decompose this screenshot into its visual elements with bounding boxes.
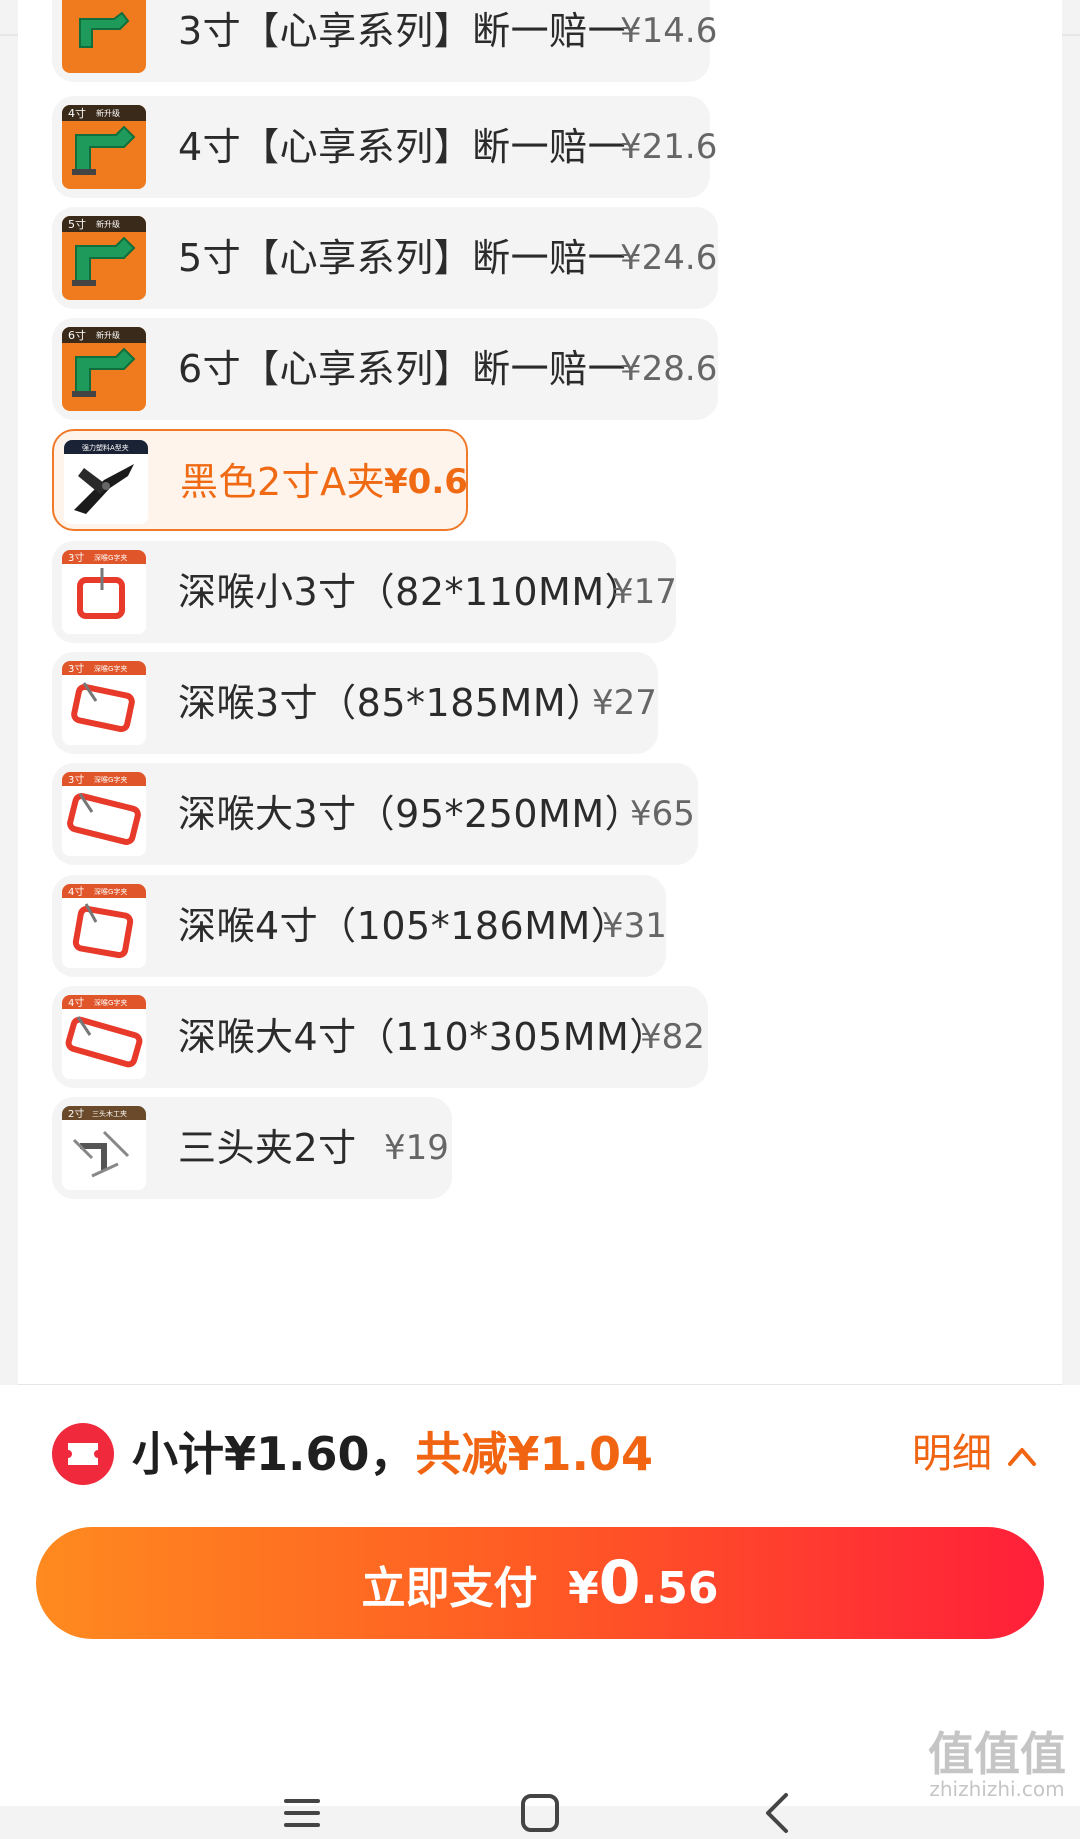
svg-text:深喉G字夹: 深喉G字夹 bbox=[94, 775, 127, 784]
sku-option-5in[interactable]: 5寸 新升级 5寸【心享系列】断一赔一 ¥24.6 bbox=[52, 207, 718, 309]
sku-option-deep-4in[interactable]: 4寸 深喉G字夹 深喉4寸（105*186MM） ¥31 bbox=[52, 875, 667, 977]
sku-option-sheet: 3寸【心享系列】断一赔一 ¥14.6 4寸 新升级 4寸【心享系列】断一赔一 ¥… bbox=[18, 0, 1062, 1385]
sku-option-deep-small-3in[interactable]: 3寸 深喉G字夹 深喉小3寸（82*110MM） ¥17 bbox=[52, 541, 677, 643]
product-thumbnail: 3寸 深喉G字夹 bbox=[62, 550, 146, 634]
checkout-bar: 小计¥1.60，共减¥1.04 明细 立即支付 ¥0.56 值值值 zhizhi… bbox=[0, 1385, 1080, 1833]
svg-text:新升级: 新升级 bbox=[96, 219, 120, 229]
clamp-image-icon: 5寸 新升级 bbox=[62, 216, 146, 300]
svg-text:3寸: 3寸 bbox=[68, 773, 84, 786]
sku-option-deep-large-3in[interactable]: 3寸 深喉G字夹 深喉大3寸（95*250MM） ¥65 bbox=[52, 763, 698, 865]
watermark-title: 值值值 bbox=[928, 1727, 1066, 1781]
sku-option-label: 5寸【心享系列】断一赔一 bbox=[178, 236, 627, 280]
svg-text:3寸: 3寸 bbox=[68, 662, 84, 675]
three-way-clamp-image-icon: 2寸 三头木工夹 bbox=[62, 1106, 146, 1190]
home-button[interactable] bbox=[520, 1793, 560, 1837]
product-thumbnail: 4寸 深喉G字夹 bbox=[62, 995, 146, 1079]
g-clamp-image-icon: 3寸 深喉G字夹 bbox=[62, 550, 146, 634]
g-clamp-image-icon: 4寸 深喉G字夹 bbox=[62, 884, 146, 968]
home-square-icon bbox=[521, 1794, 559, 1832]
svg-text:2寸: 2寸 bbox=[68, 1107, 84, 1120]
sku-option-price: ¥14.6 bbox=[620, 11, 718, 51]
product-thumbnail: 6寸 新升级 bbox=[62, 327, 146, 411]
product-thumbnail: 5寸 新升级 bbox=[62, 216, 146, 300]
detail-label: 明细 bbox=[912, 1431, 992, 1477]
sku-option-price: ¥0.6 bbox=[384, 462, 468, 502]
system-nav-bar bbox=[0, 1685, 1080, 1833]
sku-option-price: ¥65 bbox=[630, 794, 695, 834]
svg-text:深喉G字夹: 深喉G字夹 bbox=[94, 664, 127, 673]
product-thumbnail bbox=[62, 0, 146, 73]
sku-option-price: ¥17 bbox=[612, 572, 677, 612]
sku-option-price: ¥24.6 bbox=[620, 238, 718, 278]
sku-option-deep-3in[interactable]: 3寸 深喉G字夹 深喉3寸（85*185MM） ¥27 bbox=[52, 652, 658, 754]
svg-text:5寸: 5寸 bbox=[68, 217, 86, 231]
product-thumbnail: 4寸 深喉G字夹 bbox=[62, 884, 146, 968]
pay-now-button[interactable]: 立即支付 ¥0.56 bbox=[36, 1527, 1044, 1639]
sku-option-label: 3寸【心享系列】断一赔一 bbox=[178, 9, 627, 53]
svg-text:深喉G字夹: 深喉G字夹 bbox=[94, 887, 127, 896]
product-thumbnail: 2寸 三头木工夹 bbox=[62, 1106, 146, 1190]
sku-option-label: 深喉4寸（105*186MM） bbox=[178, 904, 630, 948]
product-thumbnail: 3寸 深喉G字夹 bbox=[62, 772, 146, 856]
g-clamp-image-icon: 4寸 深喉G字夹 bbox=[62, 995, 146, 1079]
svg-text:3寸: 3寸 bbox=[68, 551, 84, 564]
sku-option-price: ¥31 bbox=[602, 906, 667, 946]
svg-text:4寸: 4寸 bbox=[68, 996, 84, 1009]
sku-option-price: ¥82 bbox=[640, 1017, 705, 1057]
sku-option-label: 6寸【心享系列】断一赔一 bbox=[178, 347, 627, 391]
svg-text:深喉G字夹: 深喉G字夹 bbox=[94, 553, 127, 562]
detail-toggle-button[interactable]: 明细 bbox=[912, 1415, 1038, 1493]
product-thumbnail: 3寸 深喉G字夹 bbox=[62, 661, 146, 745]
sku-option-price: ¥27 bbox=[592, 683, 657, 723]
sku-option-price: ¥19 bbox=[384, 1128, 449, 1168]
sku-option-label: 深喉大3寸（95*250MM） bbox=[178, 792, 644, 836]
svg-text:新升级: 新升级 bbox=[96, 330, 120, 340]
sku-option-6in[interactable]: 6寸 新升级 6寸【心享系列】断一赔一 ¥28.6 bbox=[52, 318, 718, 420]
sku-option-label: 深喉小3寸（82*110MM） bbox=[178, 570, 644, 614]
sku-option-label: 深喉3寸（85*185MM） bbox=[178, 681, 605, 725]
sku-option-3in[interactable]: 3寸【心享系列】断一赔一 ¥14.6 bbox=[52, 0, 717, 82]
menu-lines-icon bbox=[284, 1799, 320, 1827]
clamp-image-icon bbox=[62, 0, 146, 73]
sku-option-black-a-clamp[interactable]: 强力塑料A型夹 黑色2寸A夹 ¥0.6 bbox=[52, 429, 468, 531]
coupon-ticket-icon bbox=[52, 1423, 114, 1485]
chevron-up-icon bbox=[1008, 1448, 1036, 1466]
site-watermark: 值值值 zhizhizhi.com bbox=[928, 1730, 1066, 1800]
sku-option-deep-large-4in[interactable]: 4寸 深喉G字夹 深喉大4寸（110*305MM） ¥82 bbox=[52, 986, 708, 1088]
watermark-site: zhizhizhi.com bbox=[929, 1777, 1065, 1801]
sku-option-label: 4寸【心享系列】断一赔一 bbox=[178, 125, 627, 169]
sku-option-three-head-2in[interactable]: 2寸 三头木工夹 三头夹2寸 ¥19 bbox=[52, 1097, 452, 1199]
back-button[interactable] bbox=[760, 1791, 792, 1839]
pay-currency: ¥ bbox=[568, 1563, 599, 1614]
sku-option-label: 深喉大4寸（110*305MM） bbox=[178, 1015, 668, 1059]
recent-apps-button[interactable] bbox=[282, 1795, 322, 1835]
sku-option-label: 黑色2寸A夹 bbox=[180, 460, 386, 504]
sku-option-label: 三头夹2寸 bbox=[178, 1126, 357, 1170]
svg-text:4寸: 4寸 bbox=[68, 885, 84, 898]
product-thumbnail: 强力塑料A型夹 bbox=[64, 440, 148, 524]
svg-text:三头木工夹: 三头木工夹 bbox=[92, 1109, 127, 1118]
svg-text:新升级: 新升级 bbox=[96, 108, 120, 118]
product-thumbnail: 4寸 新升级 bbox=[62, 105, 146, 189]
svg-text:强力塑料A型夹: 强力塑料A型夹 bbox=[82, 443, 129, 452]
g-clamp-image-icon: 3寸 深喉G字夹 bbox=[62, 661, 146, 745]
svg-text:深喉G字夹: 深喉G字夹 bbox=[94, 998, 127, 1007]
back-chevron-icon bbox=[766, 1793, 788, 1833]
g-clamp-image-icon: 3寸 深喉G字夹 bbox=[62, 772, 146, 856]
subtotal-text: 小计¥1.60， bbox=[132, 1427, 416, 1481]
sku-option-price: ¥28.6 bbox=[620, 349, 718, 389]
pay-amount-integer: 0 bbox=[598, 1548, 641, 1618]
sku-option-price: ¥21.6 bbox=[620, 127, 718, 167]
price-summary: 小计¥1.60，共减¥1.04 bbox=[132, 1415, 653, 1493]
pay-amount-decimal: .56 bbox=[640, 1563, 719, 1614]
clamp-image-icon: 6寸 新升级 bbox=[62, 327, 146, 411]
discount-text: 共减¥1.04 bbox=[415, 1427, 654, 1481]
sku-option-4in[interactable]: 4寸 新升级 4寸【心享系列】断一赔一 ¥21.6 bbox=[52, 96, 717, 198]
spring-clamp-image-icon: 强力塑料A型夹 bbox=[64, 440, 148, 524]
clamp-image-icon: 4寸 新升级 bbox=[62, 105, 146, 189]
svg-text:6寸: 6寸 bbox=[68, 328, 86, 342]
pay-label: 立即支付 bbox=[361, 1563, 538, 1614]
svg-text:4寸: 4寸 bbox=[68, 106, 86, 120]
